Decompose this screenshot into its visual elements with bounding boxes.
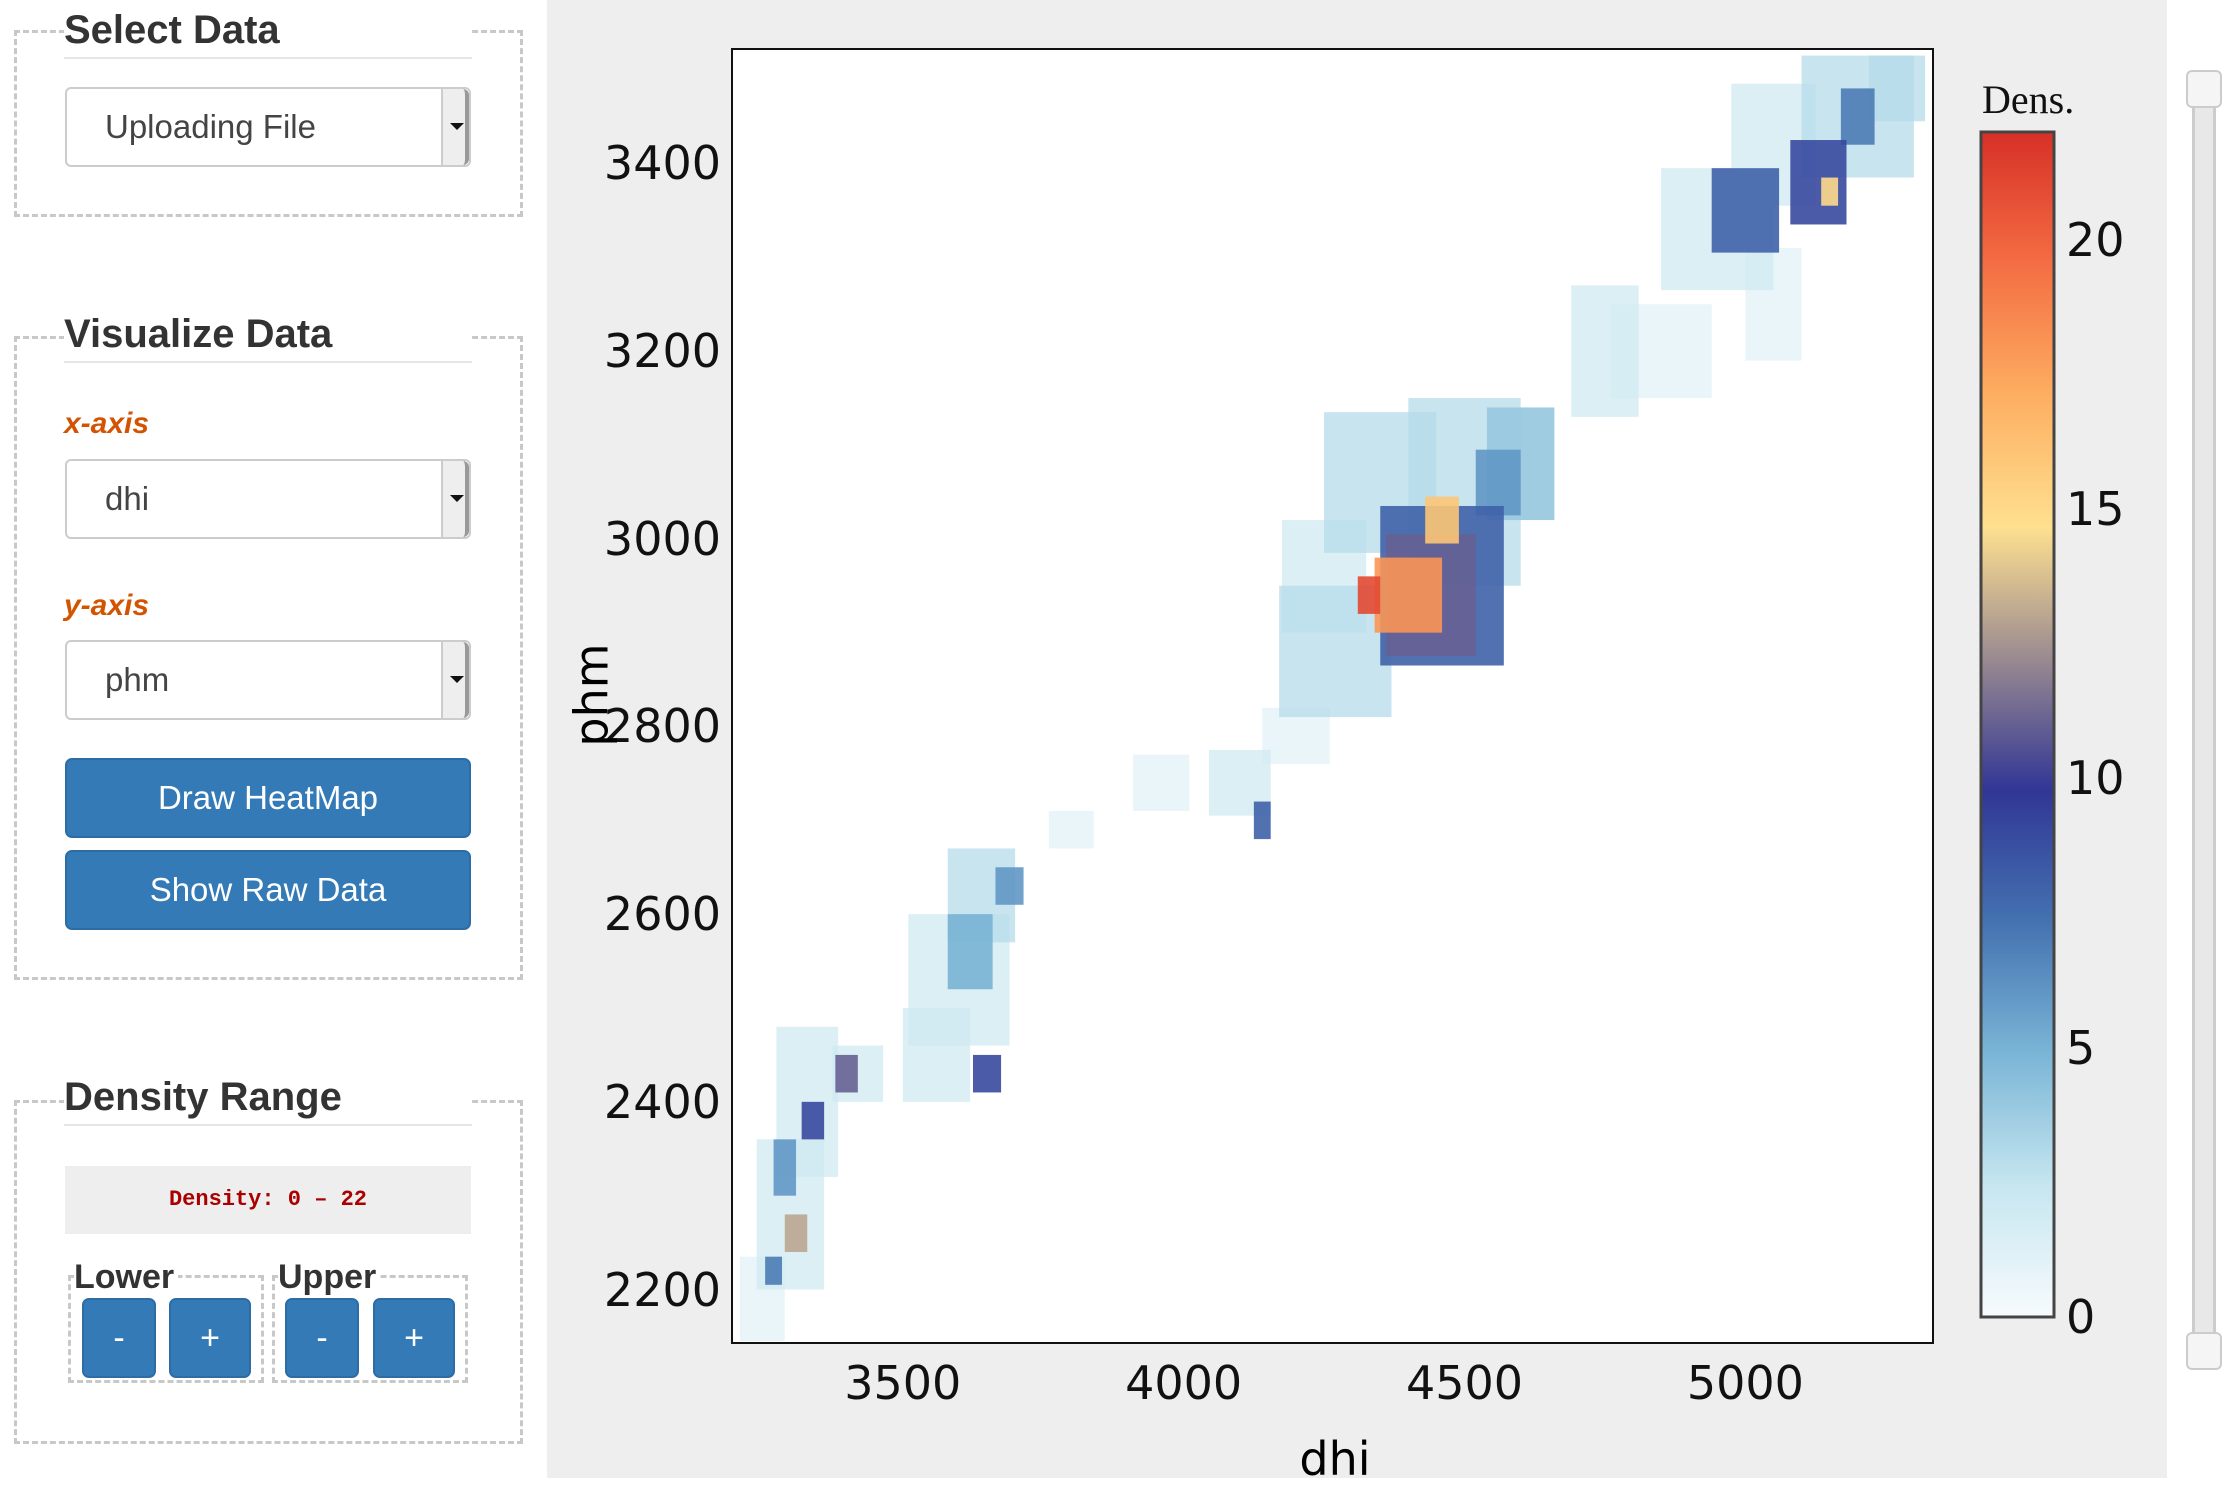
- y-tick-label: 3400: [603, 136, 721, 191]
- y-tick-label: 2800: [603, 699, 721, 754]
- heatmap-cell: [801, 1101, 825, 1140]
- heatmap-cell: [995, 867, 1024, 905]
- heatmap-cell: [972, 1054, 1002, 1093]
- heatmap-cell: [784, 1214, 808, 1252]
- y-tick-label: 2400: [603, 1074, 721, 1129]
- colorbar-tick-label: 15: [2066, 482, 2125, 537]
- heatmap-cell: [1475, 449, 1521, 516]
- heatmap-cell: [1711, 168, 1780, 253]
- slider-handle-top[interactable]: [2186, 70, 2222, 108]
- colorbar: [1979, 130, 2056, 1319]
- y-tick-label: 2200: [603, 1262, 721, 1317]
- colorbar-tick-label: 5: [2066, 1020, 2096, 1075]
- heatmap-chart: [731, 48, 2056, 1344]
- heatmap-cell: [1253, 801, 1271, 840]
- y-tick-label: 3200: [603, 324, 721, 379]
- colorbar-title: Dens.: [1982, 77, 2075, 122]
- x-tick-label: 4500: [1405, 1356, 1524, 1410]
- slider-track[interactable]: [2192, 80, 2216, 1360]
- heatmap-cell: [947, 914, 993, 990]
- heatmap-cell: [765, 1256, 782, 1285]
- slider-handle-bottom[interactable]: [2186, 1332, 2222, 1370]
- heatmap-cell: [1868, 55, 1926, 122]
- colorbar-tick-label: 0: [2066, 1290, 2096, 1344]
- x-tick-label: 4000: [1125, 1356, 1243, 1410]
- colorbar-tick-label: 20: [2066, 212, 2125, 267]
- y-axis-title: phm: [564, 643, 619, 747]
- heatmap-cell: [1357, 576, 1381, 614]
- heatmap-cell: [1374, 557, 1443, 633]
- heatmap-cell: [1571, 285, 1639, 417]
- heatmap-cell: [1425, 496, 1459, 544]
- heatmap-cell: [773, 1139, 797, 1196]
- heatmap-cell: [1840, 88, 1875, 145]
- vertical-range-slider[interactable]: [2186, 70, 2222, 1370]
- colorbar-tick-label: 10: [2066, 751, 2125, 806]
- heatmap-cell: [835, 1054, 858, 1093]
- y-tick-label: 2600: [603, 887, 721, 942]
- heatmap-cell: [1133, 754, 1190, 811]
- x-tick-label: 5000: [1686, 1356, 1804, 1410]
- x-tick-label: 3500: [844, 1356, 962, 1410]
- heatmap-cell: [1821, 177, 1839, 206]
- heatmap-cell: [1048, 810, 1094, 849]
- y-tick-label: 3000: [603, 511, 721, 566]
